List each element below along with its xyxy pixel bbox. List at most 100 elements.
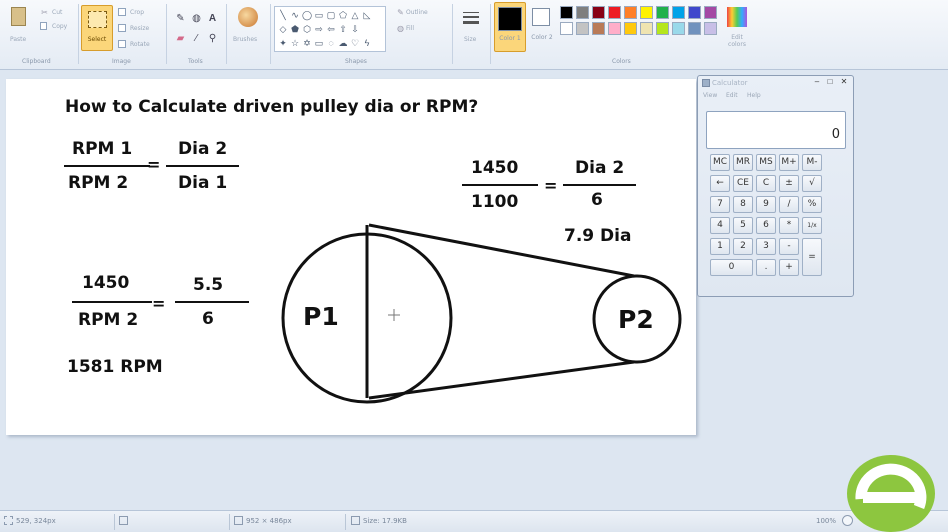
- calc-key[interactable]: 5: [733, 217, 753, 234]
- brushes-button[interactable]: Brushes: [232, 4, 266, 50]
- calc-key[interactable]: MR: [733, 154, 753, 171]
- calc-key[interactable]: 4: [710, 217, 730, 234]
- calc-key[interactable]: %: [802, 196, 822, 213]
- rounded-rectangle-shape-icon[interactable]: ▢: [326, 10, 336, 20]
- calc-key[interactable]: MS: [756, 154, 776, 171]
- color-swatch[interactable]: [592, 6, 605, 19]
- color-swatch[interactable]: [624, 6, 637, 19]
- calc-key[interactable]: CE: [733, 175, 753, 192]
- color-swatch[interactable]: [560, 6, 573, 19]
- calc-key[interactable]: 1/x: [802, 217, 822, 234]
- color-swatch[interactable]: [656, 6, 669, 19]
- eraser-icon[interactable]: ▰: [174, 32, 187, 45]
- resize-button[interactable]: Resize: [118, 24, 156, 34]
- color-swatch[interactable]: [688, 6, 701, 19]
- diamond-shape-icon[interactable]: ◇: [278, 24, 288, 34]
- paste-button[interactable]: Paste: [6, 4, 32, 50]
- arrow-right-shape-icon[interactable]: ⇨: [314, 24, 324, 34]
- color-swatch[interactable]: [640, 6, 653, 19]
- oval-shape-icon[interactable]: ◯: [302, 10, 312, 20]
- copy-button[interactable]: Copy: [38, 22, 74, 32]
- fill-dropdown[interactable]: ◍ Fill: [394, 24, 434, 34]
- menu-view[interactable]: View: [703, 92, 717, 99]
- color-swatch[interactable]: [704, 6, 717, 19]
- magnifier-icon[interactable]: ⚲: [206, 32, 219, 45]
- size-button[interactable]: Size: [458, 6, 484, 50]
- calc-key[interactable]: 8: [733, 196, 753, 213]
- color-swatch[interactable]: [624, 22, 637, 35]
- star4-shape-icon[interactable]: ✦: [278, 38, 288, 48]
- curve-shape-icon[interactable]: ∿: [290, 10, 300, 20]
- rectangle-shape-icon[interactable]: ▭: [314, 10, 324, 20]
- oval-callout-shape-icon[interactable]: ◌: [326, 38, 336, 48]
- color-swatch[interactable]: [576, 22, 589, 35]
- color-swatch[interactable]: [608, 22, 621, 35]
- calc-key[interactable]: M+: [779, 154, 799, 171]
- calc-key[interactable]: .: [756, 259, 776, 276]
- calc-key[interactable]: 7: [710, 196, 730, 213]
- color1-button[interactable]: Color 1: [494, 2, 526, 52]
- pentagon-shape-icon[interactable]: ⬟: [290, 24, 300, 34]
- lightning-shape-icon[interactable]: ϟ: [362, 38, 372, 48]
- rotate-button[interactable]: Rotate: [118, 40, 160, 50]
- color2-button[interactable]: Color 2: [528, 2, 556, 52]
- calc-key[interactable]: +: [779, 259, 799, 276]
- calc-key[interactable]: -: [779, 238, 799, 255]
- arrow-left-shape-icon[interactable]: ⇦: [326, 24, 336, 34]
- arrow-up-shape-icon[interactable]: ⇧: [338, 24, 348, 34]
- calc-key[interactable]: 2: [733, 238, 753, 255]
- color-swatch[interactable]: [640, 22, 653, 35]
- drawing-canvas[interactable]: How to Calculate driven pulley dia or RP…: [6, 79, 696, 435]
- calc-key[interactable]: M-: [802, 154, 822, 171]
- minimize-button[interactable]: –: [811, 77, 823, 88]
- color-swatch[interactable]: [672, 6, 685, 19]
- color-swatch[interactable]: [672, 22, 685, 35]
- menu-help[interactable]: Help: [747, 92, 761, 99]
- color-swatch[interactable]: [704, 22, 717, 35]
- calc-key[interactable]: C: [756, 175, 776, 192]
- close-button[interactable]: ✕: [838, 77, 850, 88]
- right-triangle-shape-icon[interactable]: ◺: [362, 10, 372, 20]
- maximize-button[interactable]: □: [824, 77, 836, 88]
- menu-edit[interactable]: Edit: [726, 92, 738, 99]
- color-swatch[interactable]: [576, 6, 589, 19]
- color-picker-icon[interactable]: ⁄: [190, 32, 203, 45]
- triangle-shape-icon[interactable]: △: [350, 10, 360, 20]
- color-swatch[interactable]: [688, 22, 701, 35]
- polygon-shape-icon[interactable]: ⬠: [338, 10, 348, 20]
- fill-icon[interactable]: ◍: [190, 12, 203, 25]
- star6-shape-icon[interactable]: ✡: [302, 38, 312, 48]
- calc-key[interactable]: ±: [779, 175, 799, 192]
- edit-colors-button[interactable]: Edit colors: [722, 4, 752, 54]
- cut-button[interactable]: ✂ Cut: [38, 8, 74, 18]
- select-button[interactable]: Select: [81, 5, 113, 51]
- crop-button[interactable]: Crop: [118, 8, 156, 18]
- line-shape-icon[interactable]: ╲: [278, 10, 288, 20]
- calc-key[interactable]: MC: [710, 154, 730, 171]
- text-icon[interactable]: A: [206, 12, 219, 25]
- heart-shape-icon[interactable]: ♡: [350, 38, 360, 48]
- calc-key[interactable]: *: [779, 217, 799, 234]
- hexagon-shape-icon[interactable]: ⬡: [302, 24, 312, 34]
- calc-key[interactable]: 6: [756, 217, 776, 234]
- calc-key[interactable]: =: [802, 238, 822, 276]
- star5-shape-icon[interactable]: ☆: [290, 38, 300, 48]
- calc-key[interactable]: 1: [710, 238, 730, 255]
- calc-key[interactable]: /: [779, 196, 799, 213]
- color-swatch[interactable]: [608, 6, 621, 19]
- color-swatch[interactable]: [560, 22, 573, 35]
- zoom-out-button[interactable]: [842, 515, 853, 526]
- outline-dropdown[interactable]: ✎ Outline: [394, 8, 444, 18]
- calc-key[interactable]: 3: [756, 238, 776, 255]
- pencil-icon[interactable]: ✎: [174, 12, 187, 25]
- shapes-gallery[interactable]: ╲ ∿ ◯ ▭ ▢ ⬠ △ ◺ ◇ ⬟ ⬡ ⇨ ⇦ ⇧ ⇩ ✦ ☆ ✡ ▭ ◌ …: [274, 6, 386, 52]
- cloud-callout-shape-icon[interactable]: ☁: [338, 38, 348, 48]
- calc-key[interactable]: 0: [710, 259, 753, 276]
- calc-key[interactable]: √: [802, 175, 822, 192]
- color-swatch[interactable]: [592, 22, 605, 35]
- callout-shape-icon[interactable]: ▭: [314, 38, 324, 48]
- arrow-down-shape-icon[interactable]: ⇩: [350, 24, 360, 34]
- color-swatch[interactable]: [656, 22, 669, 35]
- calc-key[interactable]: ←: [710, 175, 730, 192]
- calc-key[interactable]: 9: [756, 196, 776, 213]
